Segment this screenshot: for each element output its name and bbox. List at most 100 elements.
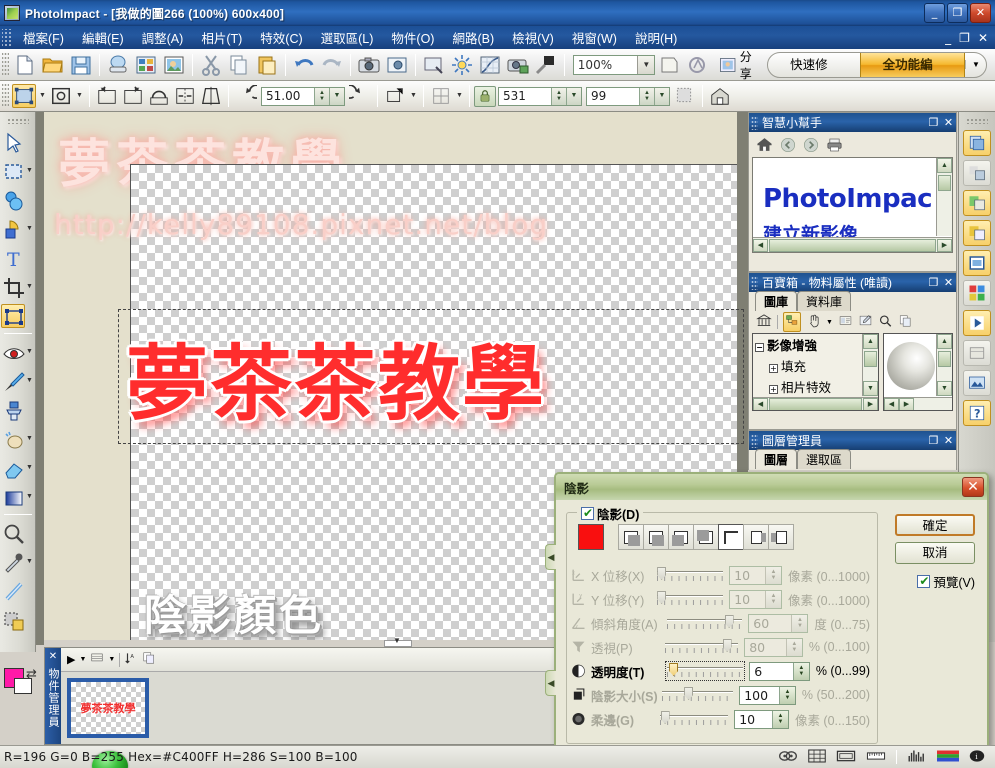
tool-retouch[interactable]: ▼ <box>0 424 36 453</box>
chevron-down-icon[interactable]: ▼ <box>25 377 34 384</box>
frame-icon[interactable] <box>836 749 856 766</box>
text-tool-icon[interactable]: T <box>1 246 25 271</box>
scroll-down-icon[interactable]: ▼ <box>937 381 952 396</box>
layer-thumbnail[interactable]: 夢茶茶教學 <box>67 678 149 738</box>
assistant-webview[interactable]: PhotoImpac 建立新影像 ▲ ◀ ▶ <box>752 157 953 253</box>
histogram-icon[interactable] <box>907 749 927 766</box>
rotation-spinner-icon[interactable]: ▲ ▼ <box>314 87 329 105</box>
object-width-input[interactable]: 531 ▲ ▼ ▼ <box>498 86 582 106</box>
smart-assistant-close-button[interactable]: ✕ <box>941 116 956 129</box>
panel-toggle-7-icon[interactable] <box>963 310 991 336</box>
eyedropper-icon[interactable] <box>1 550 25 574</box>
home-icon[interactable] <box>756 136 773 156</box>
home-icon[interactable] <box>708 84 732 108</box>
brightness-icon[interactable] <box>449 52 475 78</box>
transform-icon[interactable] <box>49 84 73 108</box>
tool-brush[interactable]: ▼ <box>0 366 36 395</box>
tool-line[interactable] <box>0 576 36 605</box>
transparency-slider[interactable] <box>665 661 746 681</box>
chevron-down-icon[interactable]: ▼ <box>25 558 34 565</box>
open-folder-icon[interactable] <box>40 52 66 78</box>
tool-eraser[interactable]: ▼ <box>0 453 36 482</box>
full-edit-mode-button[interactable]: 全功能編輯 <box>859 52 966 77</box>
paintbrush-icon[interactable] <box>1 369 25 393</box>
flip-v-icon[interactable] <box>121 84 145 108</box>
x-offset-spinner-icon[interactable]: ▲ ▼ <box>765 566 782 584</box>
dialog-left-tab-2-icon[interactable]: ◀ <box>545 670 556 696</box>
menu-item-window[interactable]: 視窗(W) <box>563 25 626 50</box>
menu-item-photo[interactable]: 相片(T) <box>192 25 251 50</box>
tool-transform[interactable] <box>0 301 36 330</box>
panel-grip-icon[interactable] <box>751 115 758 130</box>
ruler-icon[interactable] <box>866 749 886 766</box>
line-tool-icon[interactable] <box>1 579 25 603</box>
chevron-down-icon[interactable]: ▼ <box>25 464 34 471</box>
splitter-handle[interactable] <box>384 636 412 647</box>
selection-preview-icon[interactable] <box>673 84 697 108</box>
perspective-spinner-icon[interactable]: ▲ ▼ <box>785 638 802 656</box>
x-offset-slider[interactable] <box>657 567 724 583</box>
panel-grip-icon[interactable] <box>751 433 758 448</box>
scan-icon[interactable] <box>105 52 131 78</box>
tab-layers[interactable]: 圖層 <box>755 449 798 469</box>
tool-palette-grip-icon[interactable] <box>6 118 29 124</box>
zoom-tool-icon[interactable] <box>1 521 25 545</box>
panel-toggle-5-icon[interactable] <box>963 250 991 276</box>
tree-expand-icon[interactable]: + <box>769 385 778 394</box>
grid-icon[interactable] <box>429 84 453 108</box>
skew-angle-input[interactable]: 60 ▲ ▼ <box>748 613 809 633</box>
shadow-enable-checkbox[interactable] <box>581 506 594 520</box>
image-optimize-icon[interactable] <box>421 52 447 78</box>
skew-angle-spinner-icon[interactable]: ▲ ▼ <box>791 614 808 632</box>
menu-item-view[interactable]: 檢視(V) <box>503 25 563 50</box>
menu-item-edit[interactable]: 編輯(E) <box>73 25 133 50</box>
panel-toggle-3-icon[interactable] <box>963 190 991 216</box>
layer-manager-close-button[interactable]: ✕ <box>941 434 956 447</box>
chevron-down-icon[interactable]: ▼ <box>25 225 34 232</box>
x-offset-input[interactable]: 10 ▲ ▼ <box>729 565 783 585</box>
cancel-button[interactable]: 取消 <box>895 542 975 564</box>
settings-icon[interactable] <box>383 84 407 108</box>
mdi-minimize-button[interactable]: _ <box>945 31 951 45</box>
layer-manager-maximize-button[interactable]: ❐ <box>926 434 941 447</box>
y-offset-input[interactable]: 10 ▲ ▼ <box>729 589 783 609</box>
shadow-style-preset-3[interactable] <box>693 524 719 550</box>
photo-icon[interactable] <box>161 52 187 78</box>
tree-row[interactable]: − 影像增強 <box>753 334 878 355</box>
scroll-thumb[interactable] <box>769 238 936 252</box>
scroll-thumb[interactable] <box>864 351 877 367</box>
shadow-style-preset-4[interactable] <box>718 524 744 550</box>
menu-item-object[interactable]: 物件(O) <box>382 25 443 50</box>
perspective-input[interactable]: 80 ▲ ▼ <box>744 637 803 657</box>
scroll-up-icon[interactable]: ▲ <box>937 334 952 349</box>
pick-tool-icon[interactable] <box>1 130 25 154</box>
new-document-icon[interactable] <box>12 52 38 78</box>
panel-toggle-1-icon[interactable] <box>963 130 991 156</box>
play-icon[interactable]: ▶ <box>67 653 75 666</box>
tool-selection[interactable]: ▼ <box>0 156 36 185</box>
redo-icon[interactable] <box>319 52 345 78</box>
grid-icon[interactable] <box>808 748 826 766</box>
preview-hscrollbar[interactable]: ◀ ▶ <box>884 397 952 410</box>
mirror-icon[interactable] <box>173 84 197 108</box>
shadow-size-slider[interactable] <box>662 687 734 703</box>
menu-grip-icon[interactable] <box>2 28 11 47</box>
scroll-down-icon[interactable]: ▼ <box>863 381 878 396</box>
album-icon[interactable] <box>133 52 159 78</box>
rotation-dropdown-icon[interactable]: ▼ <box>329 87 344 105</box>
width-dropdown-icon[interactable]: ▼ <box>566 87 581 105</box>
scroll-right-icon[interactable]: ▶ <box>899 397 914 410</box>
tree-hscrollbar[interactable]: ◀ ▶ <box>753 397 878 410</box>
y-offset-slider[interactable] <box>657 591 724 607</box>
panel-toggle-8-icon[interactable] <box>963 340 991 366</box>
perspective-slider[interactable] <box>664 639 739 655</box>
transparency-spinner-icon[interactable]: ▲ ▼ <box>792 662 809 680</box>
toolbar-grip-icon[interactable] <box>2 52 9 77</box>
shadow-style-preset-5[interactable] <box>743 524 769 550</box>
panel-toggle-4-icon[interactable] <box>963 220 991 246</box>
y-offset-spinner-icon[interactable]: ▲ ▼ <box>765 590 782 608</box>
object-select-icon[interactable] <box>12 84 36 108</box>
dialog-left-tab-icon[interactable]: ◀ <box>545 544 556 570</box>
material-tree[interactable]: −影像增強 +填充 +相片特效 +特殊特效 ▲ ▼ <box>752 333 879 411</box>
scroll-thumb[interactable] <box>769 397 862 410</box>
